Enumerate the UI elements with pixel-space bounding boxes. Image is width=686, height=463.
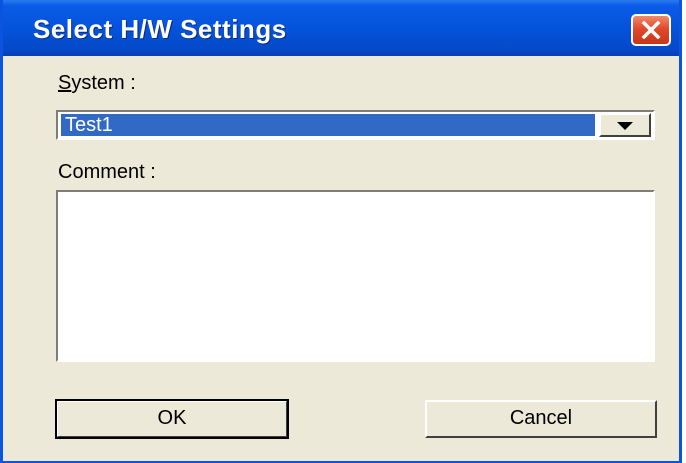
system-select[interactable]: Test1 [56, 110, 655, 140]
ok-button[interactable]: OK [55, 399, 289, 439]
comment-textarea[interactable] [56, 190, 655, 362]
chevron-down-icon [617, 122, 633, 130]
comment-label: Comment : [58, 161, 156, 183]
dialog-title: Select H/W Settings [33, 14, 287, 44]
system-label-accesskey: S [58, 72, 72, 94]
title-bar[interactable]: Select H/W Settings [3, 0, 679, 56]
close-icon [641, 21, 661, 39]
close-button[interactable] [631, 14, 671, 46]
dialog-window: Select H/W Settings System : Test1 Comme… [0, 0, 682, 463]
system-label-text: ystem : [71, 72, 136, 94]
system-dropdown-button[interactable] [599, 113, 651, 137]
system-select-value: Test1 [61, 114, 595, 136]
cancel-button[interactable]: Cancel [425, 400, 657, 438]
system-label: System : [58, 72, 136, 95]
